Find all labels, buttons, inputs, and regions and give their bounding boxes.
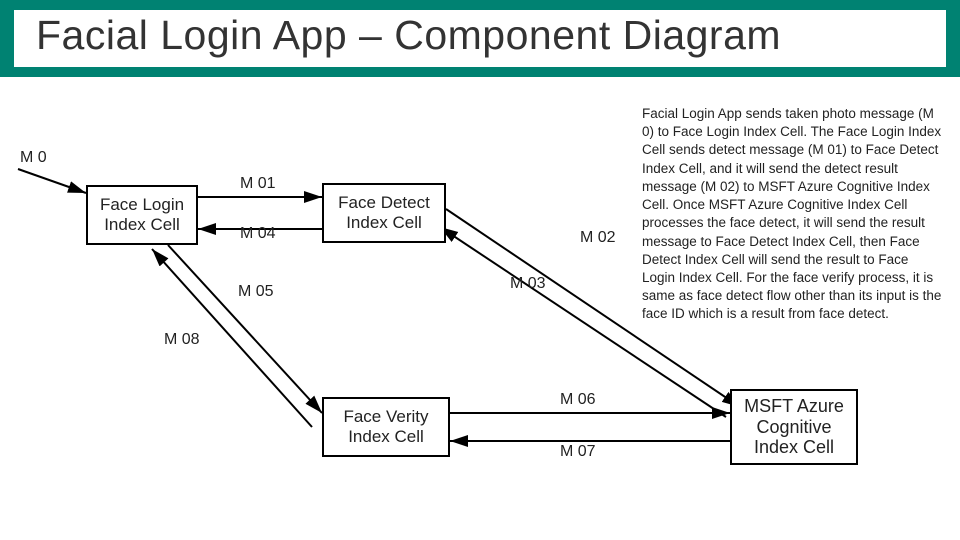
page-title: Facial Login App – Component Diagram (36, 12, 924, 59)
label-m03: M 03 (510, 275, 546, 293)
node-msft-azure-label: MSFT AzureCognitiveIndex Cell (744, 396, 844, 458)
label-m02: M 02 (580, 229, 616, 247)
node-face-login: Face LoginIndex Cell (86, 185, 198, 245)
description-text: Facial Login App sends taken photo messa… (642, 105, 942, 324)
label-m05: M 05 (238, 283, 274, 301)
label-m01: M 01 (240, 175, 276, 193)
label-m08: M 08 (164, 331, 200, 349)
diagram-canvas: Face LoginIndex Cell Face DetectIndex Ce… (0, 77, 960, 507)
label-m0: M 0 (20, 149, 47, 167)
node-face-detect-label: Face DetectIndex Cell (338, 193, 430, 232)
node-face-verity: Face VerityIndex Cell (322, 397, 450, 457)
slide-header: Facial Login App – Component Diagram (0, 0, 960, 77)
node-face-login-label: Face LoginIndex Cell (100, 195, 184, 234)
title-container: Facial Login App – Component Diagram (14, 10, 946, 67)
label-m04: M 04 (240, 225, 276, 243)
node-msft-azure: MSFT AzureCognitiveIndex Cell (730, 389, 858, 465)
label-m07: M 07 (560, 443, 596, 461)
node-face-detect: Face DetectIndex Cell (322, 183, 446, 243)
node-face-verity-label: Face VerityIndex Cell (343, 407, 428, 446)
label-m06: M 06 (560, 391, 596, 409)
